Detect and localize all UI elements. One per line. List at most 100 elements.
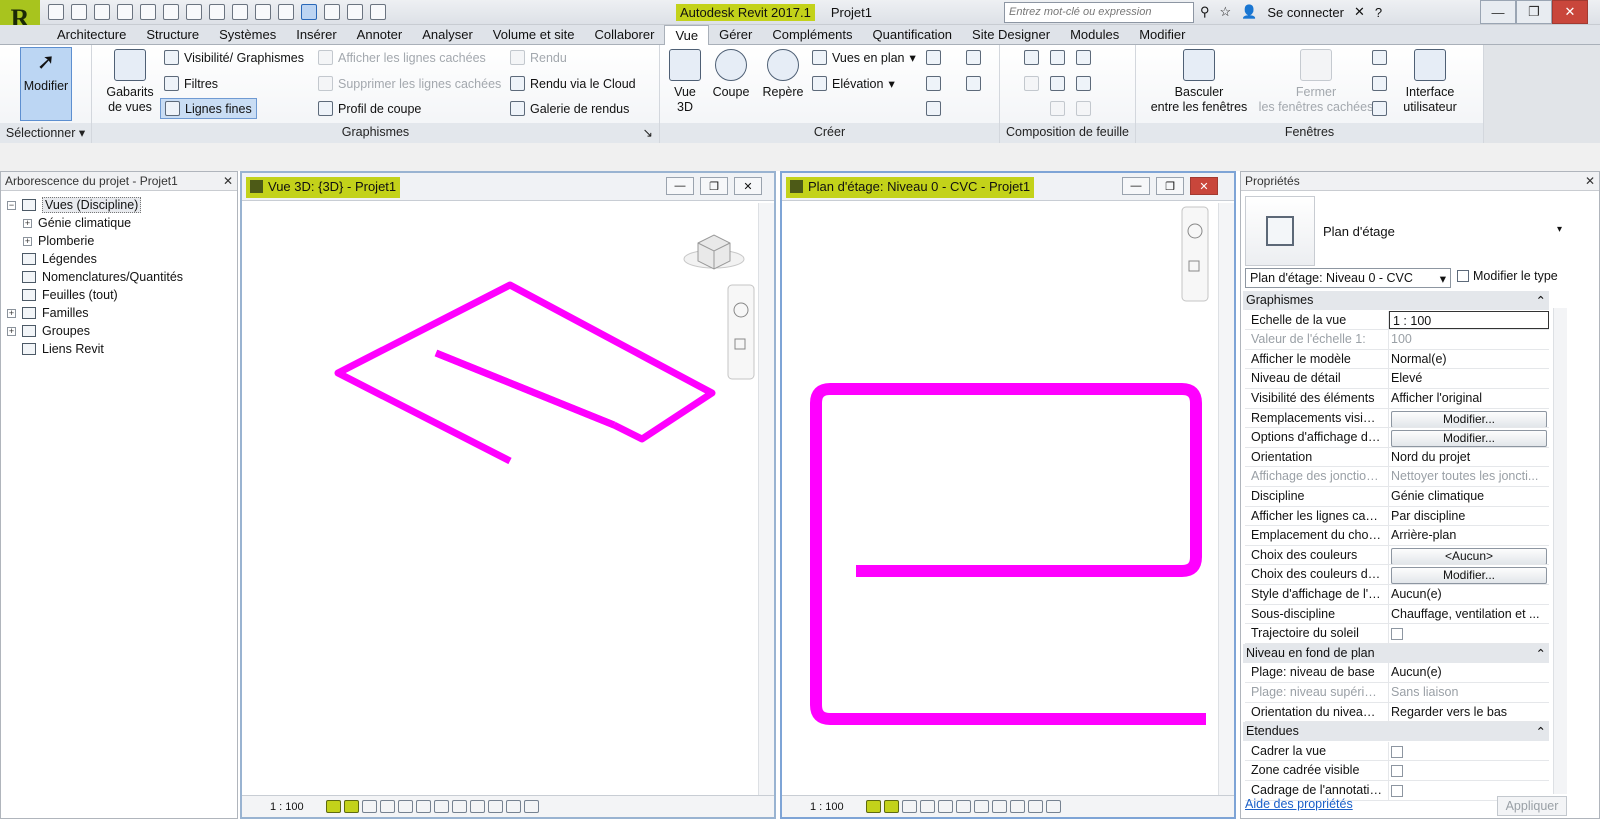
galerie-rendus-button[interactable]: Galerie de rendus	[510, 101, 629, 116]
help-icon[interactable]: ?	[1375, 5, 1382, 20]
tree-item[interactable]: Légendes	[7, 250, 97, 268]
close-icon[interactable]: ✕	[1585, 174, 1595, 188]
supprimer-lignes-cachees-button[interactable]: Supprimer les lignes cachées	[318, 76, 501, 91]
close-button[interactable]: ✕	[1552, 0, 1588, 24]
vue-3d-button[interactable]: Vue 3D	[666, 49, 704, 115]
visual-style-icon[interactable]	[343, 800, 359, 813]
minimize-button[interactable]: —	[1480, 0, 1516, 24]
minimize-button[interactable]: —	[666, 177, 694, 195]
navigation-bar[interactable]	[1181, 206, 1209, 302]
shadows-icon[interactable]	[919, 800, 935, 813]
binoculars-icon[interactable]: ⚲	[1200, 4, 1210, 20]
sun-path-icon[interactable]	[361, 800, 377, 813]
duct-plan-lines[interactable]	[810, 383, 1206, 725]
expand-icon[interactable]: +	[7, 308, 16, 318]
sun-path-icon[interactable]	[901, 800, 917, 813]
tab-syst-mes[interactable]: Systèmes	[209, 25, 286, 44]
analytical-icon[interactable]	[1045, 800, 1061, 813]
view-3d-window[interactable]: Vue 3D: {3D} - Projet1 — ❐ ✕ 1 : 100	[240, 171, 776, 819]
tree-item[interactable]: + Plomberie	[23, 232, 94, 250]
property-value[interactable]: Par discipline	[1389, 507, 1549, 526]
collapse-icon[interactable]: ⌃	[1536, 646, 1546, 661]
close-hidden-icon[interactable]	[324, 4, 340, 20]
collapse-icon[interactable]: ⌃	[1536, 724, 1546, 739]
viewcube-icon[interactable]	[683, 234, 745, 270]
select-dropdown[interactable]: Sélectionner ▾	[0, 123, 91, 143]
customize-qat-icon[interactable]	[370, 4, 386, 20]
tab-architecture[interactable]: Architecture	[47, 25, 136, 44]
tree-item[interactable]: + Génie climatique	[23, 214, 131, 232]
property-checkbox[interactable]	[1391, 745, 1403, 758]
duplicate-view-button[interactable]	[926, 76, 941, 91]
property-group[interactable]: Etendues ⌃	[1243, 722, 1549, 742]
restore-button[interactable]: ❐	[1516, 0, 1552, 24]
property-edit-button[interactable]: Modifier...	[1391, 567, 1547, 584]
type-dropdown-icon[interactable]: ▾	[1557, 224, 1562, 235]
basculer-fenetres-button[interactable]: Basculer entre les fenêtres	[1144, 49, 1254, 115]
scale-input[interactable]: 1 : 100	[1389, 310, 1549, 330]
help-link[interactable]: Aide des propriétés	[1245, 797, 1353, 811]
tab-compl-ments[interactable]: Compléments	[762, 25, 862, 44]
property-value[interactable]: Aucun(e)	[1389, 663, 1549, 682]
collapse-icon[interactable]: ⌃	[1536, 293, 1546, 308]
property-checkbox[interactable]	[1391, 628, 1403, 641]
measure-icon[interactable]	[163, 4, 179, 20]
lock-view-icon[interactable]	[451, 800, 467, 813]
dimension-icon[interactable]	[186, 4, 202, 20]
property-value[interactable]: Elevé	[1389, 369, 1549, 388]
properties-scrollbar[interactable]	[1553, 308, 1567, 794]
shadows-icon[interactable]	[379, 800, 395, 813]
afficher-lignes-cachees-button[interactable]: Afficher les lignes cachées	[318, 50, 486, 65]
show-crop-icon[interactable]	[433, 800, 449, 813]
tree-item[interactable]: + Familles	[7, 304, 89, 322]
tab-ins-rer[interactable]: Insérer	[286, 25, 346, 44]
tab-quantification[interactable]: Quantification	[863, 25, 963, 44]
instance-selector[interactable]: Plan d'étage: Niveau 0 - CVC ▾	[1245, 268, 1451, 288]
tile-button[interactable]	[1372, 101, 1387, 116]
analytical-icon[interactable]	[523, 800, 539, 813]
undo-icon[interactable]	[117, 4, 133, 20]
tree-item[interactable]: − Vues (Discipline)	[7, 196, 142, 214]
property-value[interactable]: Génie climatique	[1389, 487, 1549, 506]
schedules-button[interactable]	[966, 50, 981, 65]
show-crop-icon[interactable]	[955, 800, 971, 813]
view-3d-scrollbar[interactable]	[758, 203, 774, 795]
exchange-icon[interactable]: ✕	[1354, 4, 1365, 20]
sync-icon[interactable]	[94, 4, 110, 20]
tag-icon[interactable]	[209, 4, 225, 20]
view-plan-scrollbar[interactable]	[1218, 203, 1234, 795]
star-icon[interactable]: ☆	[1220, 4, 1232, 20]
property-value[interactable]: Nord du projet	[1389, 448, 1549, 467]
interface-utilisateur-button[interactable]: Interface utilisateur	[1392, 49, 1468, 115]
scope-box-button[interactable]	[966, 76, 981, 91]
property-value[interactable]: Regarder vers le bas	[1389, 703, 1549, 722]
replicate-button[interactable]	[1372, 50, 1387, 65]
close-icon[interactable]: ✕	[223, 174, 233, 188]
property-value[interactable]: Chauffage, ventilation et ...	[1389, 605, 1549, 624]
modifier-button[interactable]: ➚ Modifier	[20, 47, 72, 121]
legends-button[interactable]	[926, 101, 941, 116]
temp-hide-icon[interactable]	[991, 800, 1007, 813]
apply-button[interactable]: Appliquer	[1497, 796, 1567, 816]
sheet-button[interactable]	[1024, 50, 1039, 65]
property-checkbox[interactable]	[1391, 785, 1403, 797]
property-value[interactable]: Normal(e)	[1389, 350, 1549, 369]
close-button[interactable]: ✕	[1190, 177, 1218, 195]
maximize-button[interactable]: ❐	[1156, 177, 1184, 195]
property-value[interactable]: Arrière-plan	[1389, 526, 1549, 545]
property-checkbox[interactable]	[1391, 765, 1403, 778]
tab-structure[interactable]: Structure	[136, 25, 209, 44]
tab-volume-et-site[interactable]: Volume et site	[483, 25, 585, 44]
view-3d-canvas[interactable]	[242, 203, 758, 797]
thin-lines-icon[interactable]	[301, 4, 317, 20]
reveal-hidden-icon[interactable]	[487, 800, 503, 813]
view-plan-window[interactable]: Plan d'étage: Niveau 0 - CVC - Projet1 —…	[780, 171, 1236, 819]
drafting-view-button[interactable]	[926, 50, 941, 65]
coupe-button[interactable]: Coupe	[708, 49, 754, 100]
text-icon[interactable]	[232, 4, 248, 20]
visibilite-button[interactable]: Visibilité/ Graphismes	[164, 50, 304, 65]
collapse-icon[interactable]: −	[7, 200, 16, 210]
placeholder-sheet-button[interactable]	[1050, 50, 1065, 65]
save-icon[interactable]	[71, 4, 87, 20]
visual-style-icon[interactable]	[883, 800, 899, 813]
